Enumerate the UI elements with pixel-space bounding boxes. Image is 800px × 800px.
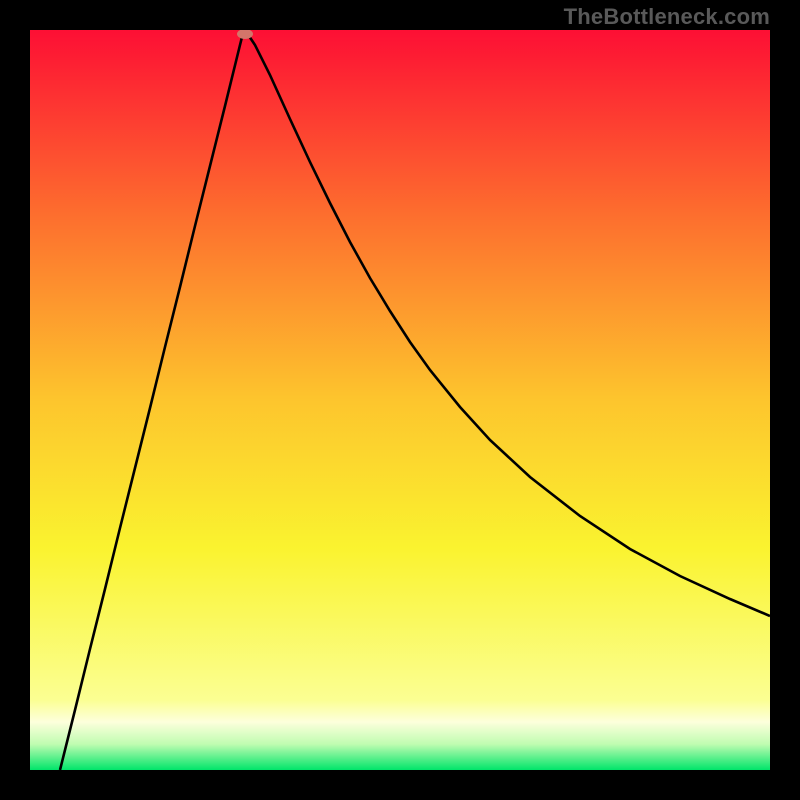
- chart-background: [30, 30, 770, 770]
- chart-area: [30, 30, 770, 770]
- watermark-text: TheBottleneck.com: [564, 4, 770, 30]
- chart-svg: [30, 30, 770, 770]
